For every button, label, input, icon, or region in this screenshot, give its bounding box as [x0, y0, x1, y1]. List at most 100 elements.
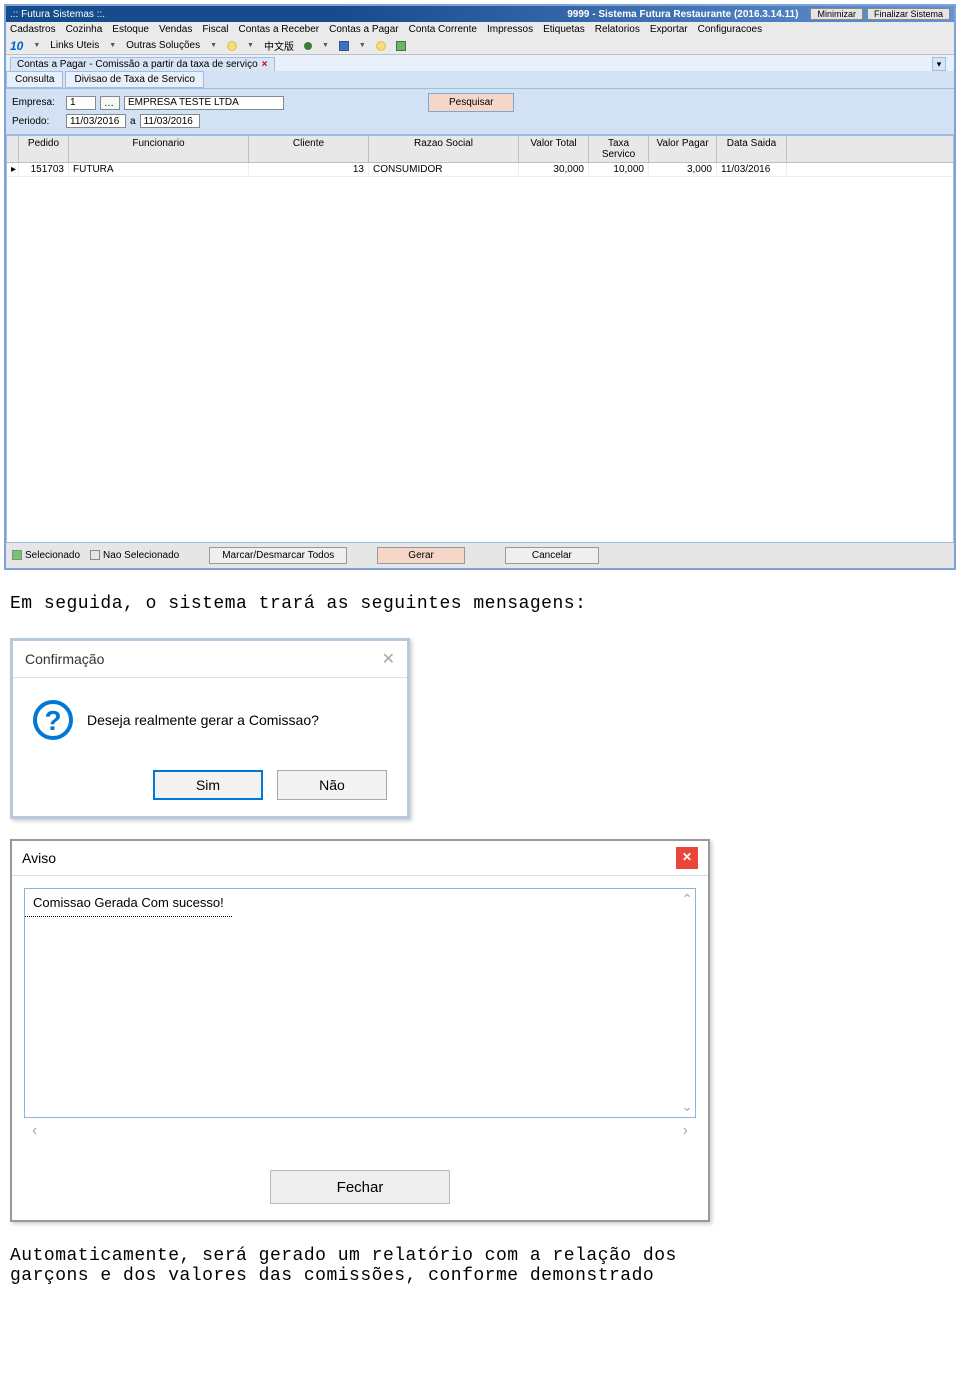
doc-tab[interactable]: Contas a Pagar - Comissão a partir da ta… — [10, 57, 275, 71]
grid-header: Pedido Funcionario Cliente Razao Social … — [7, 136, 953, 163]
menubar: Cadastros Cozinha Estoque Vendas Fiscal … — [6, 22, 954, 37]
cell-cliente: 13 — [249, 163, 369, 176]
search-button[interactable]: Pesquisar — [428, 93, 514, 112]
tab-consulta[interactable]: Consulta — [6, 71, 63, 88]
menu-etiquetas[interactable]: Etiquetas — [543, 24, 585, 35]
minimize-button[interactable]: Minimizar — [810, 8, 863, 20]
dropdown-icon[interactable]: ▼ — [33, 42, 40, 49]
periodo-label: Periodo: — [12, 116, 62, 127]
cell-pedido: 151703 — [19, 163, 69, 176]
toolbar: 10 ▼ Links Uteis ▼ Outras Soluções ▼ ▼ 中… — [6, 37, 954, 55]
doc-tab-label: Contas a Pagar - Comissão a partir da ta… — [17, 59, 258, 70]
paragraph-2a: Automaticamente, será gerado um relatóri… — [10, 1246, 677, 1266]
dropdown-icon[interactable]: ▼ — [109, 42, 116, 49]
yes-button[interactable]: Sim — [153, 770, 263, 800]
periodo-from-input[interactable] — [66, 114, 126, 128]
tab-divisao[interactable]: Divisao de Taxa de Servico — [65, 71, 203, 88]
tabbar: Contas a Pagar - Comissão a partir da ta… — [6, 55, 954, 71]
search-panel: Empresa: … Pesquisar Periodo: a — [6, 89, 954, 135]
toolbar-ten[interactable]: 10 — [10, 39, 23, 53]
dropdown-icon[interactable]: ▼ — [210, 42, 217, 49]
fechar-button[interactable]: Fechar — [270, 1170, 450, 1204]
cell-razao: CONSUMIDOR — [369, 163, 519, 176]
col-cliente[interactable]: Cliente — [249, 136, 369, 162]
tabs-dropdown-icon[interactable]: ▾ — [932, 57, 946, 71]
grid-icon[interactable] — [396, 41, 406, 51]
scroll-left-icon[interactable]: ‹ — [32, 1122, 37, 1140]
paragraph-2b: garçons e dos valores das comissões, con… — [10, 1266, 654, 1286]
col-funcionario[interactable]: Funcionario — [69, 136, 249, 162]
col-razao[interactable]: Razao Social — [369, 136, 519, 162]
periodo-sep: a — [130, 116, 136, 127]
menu-estoque[interactable]: Estoque — [112, 24, 149, 35]
confirm-title: Confirmação — [25, 651, 104, 667]
menu-configuracoes[interactable]: Configuracoes — [698, 24, 762, 35]
menu-vendas[interactable]: Vendas — [159, 24, 192, 35]
confirm-dialog: Confirmação ✕ ? Deseja realmente gerar a… — [10, 638, 410, 819]
results-grid: Pedido Funcionario Cliente Razao Social … — [6, 135, 954, 543]
marcar-button[interactable]: Marcar/Desmarcar Todos — [209, 547, 347, 564]
table-row[interactable]: ▸ 151703 FUTURA 13 CONSUMIDOR 30,000 10,… — [7, 163, 953, 177]
paragraph-2: Automaticamente, será gerado um relatóri… — [10, 1246, 950, 1286]
save-icon[interactable] — [339, 41, 349, 51]
close-icon[interactable]: ✕ — [382, 649, 395, 669]
col-data[interactable]: Data Saida — [717, 136, 787, 162]
titlebar-left: .:: Futura Sistemas ::. — [10, 9, 105, 20]
nao-selecionado-icon — [90, 550, 100, 560]
aviso-memo[interactable]: Comissao Gerada Com sucesso! ⌃ ⌄ — [24, 888, 696, 1118]
menu-cadastros[interactable]: Cadastros — [10, 24, 56, 35]
col-pagar[interactable]: Valor Pagar — [649, 136, 717, 162]
close-app-button[interactable]: Finalizar Sistema — [867, 8, 950, 20]
col-taxa[interactable]: Taxa Servico — [589, 136, 649, 162]
menu-impressos[interactable]: Impressos — [487, 24, 533, 35]
close-tab-icon[interactable]: × — [262, 59, 268, 70]
cell-taxa: 10,000 — [589, 163, 649, 176]
dropdown-icon[interactable]: ▼ — [322, 42, 329, 49]
titlebar-right: 9999 - Sistema Futura Restaurante (2016.… — [567, 9, 798, 20]
empresa-label: Empresa: — [12, 97, 62, 108]
aviso-dialog: Aviso ✕ Comissao Gerada Com sucesso! ⌃ ⌄… — [10, 839, 710, 1222]
nao-selecionado-label: Nao Selecionado — [103, 550, 179, 561]
menu-contas-pagar[interactable]: Contas a Pagar — [329, 24, 399, 35]
cell-data: 11/03/2016 — [717, 163, 787, 176]
confirm-message: Deseja realmente gerar a Comissao? — [87, 712, 319, 728]
periodo-to-input[interactable] — [140, 114, 200, 128]
inner-tabs: Consulta Divisao de Taxa de Servico — [6, 71, 954, 89]
toolbar-links[interactable]: Links Uteis — [50, 40, 99, 51]
menu-exportar[interactable]: Exportar — [650, 24, 688, 35]
menu-fiscal[interactable]: Fiscal — [202, 24, 228, 35]
cancelar-button[interactable]: Cancelar — [505, 547, 599, 564]
close-icon[interactable]: ✕ — [676, 847, 698, 869]
menu-conta-corrente[interactable]: Conta Corrente — [409, 24, 477, 35]
status-dot-icon[interactable] — [304, 42, 312, 50]
no-button[interactable]: Não — [277, 770, 387, 800]
col-valor[interactable]: Valor Total — [519, 136, 589, 162]
app-window: .:: Futura Sistemas ::. 9999 - Sistema F… — [4, 4, 956, 570]
row-marker-icon: ▸ — [7, 163, 19, 176]
menu-relatorios[interactable]: Relatorios — [595, 24, 640, 35]
selecionado-icon — [12, 550, 22, 560]
menu-contas-receber[interactable]: Contas a Receber — [238, 24, 319, 35]
col-pedido[interactable]: Pedido — [19, 136, 69, 162]
footer-bar: Selecionado Nao Selecionado Marcar/Desma… — [6, 543, 954, 568]
toolbar-chinese[interactable]: 中文版 — [264, 38, 294, 53]
titlebar: .:: Futura Sistemas ::. 9999 - Sistema F… — [6, 6, 954, 22]
question-icon: ? — [33, 700, 73, 740]
world-icon[interactable] — [376, 41, 386, 51]
lookup-button[interactable]: … — [100, 96, 120, 110]
aviso-title: Aviso — [22, 850, 56, 866]
gerar-button[interactable]: Gerar — [377, 547, 465, 564]
globe-icon[interactable] — [227, 41, 237, 51]
cell-funcionario: FUTURA — [69, 163, 249, 176]
toolbar-outras[interactable]: Outras Soluções — [126, 40, 200, 51]
dropdown-icon[interactable]: ▼ — [359, 42, 366, 49]
aviso-message: Comissao Gerada Com sucesso! — [25, 889, 232, 917]
paragraph-1: Em seguida, o sistema trará as seguintes… — [10, 594, 950, 614]
scroll-down-icon[interactable]: ⌄ — [681, 1098, 693, 1115]
empresa-code-input[interactable] — [66, 96, 96, 110]
scroll-up-icon[interactable]: ⌃ — [681, 891, 693, 908]
empresa-name-input[interactable] — [124, 96, 284, 110]
dropdown-icon[interactable]: ▼ — [247, 42, 254, 49]
menu-cozinha[interactable]: Cozinha — [66, 24, 103, 35]
scroll-right-icon[interactable]: › — [683, 1122, 688, 1140]
